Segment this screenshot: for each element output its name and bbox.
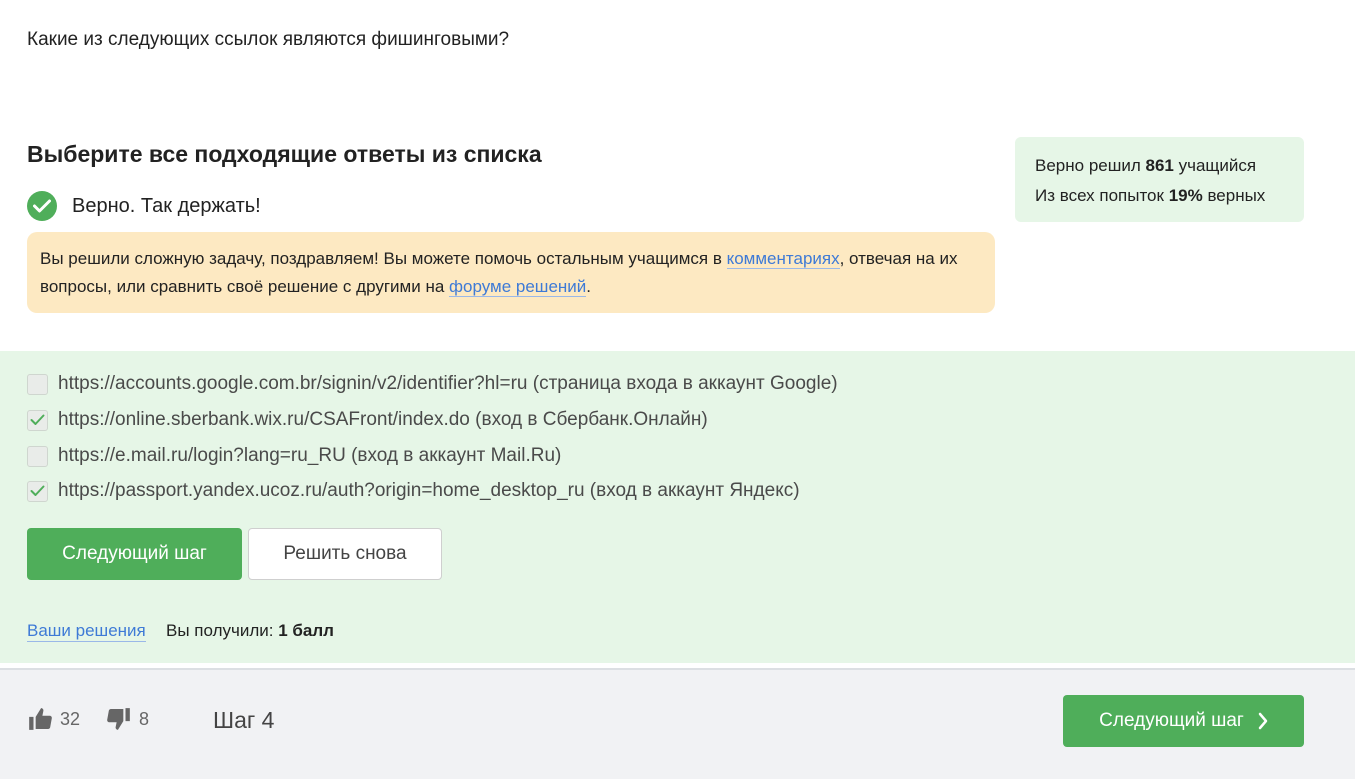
- step-footer: 32 8 Шаг 4 Следующий шаг: [0, 670, 1355, 779]
- checkbox-checked[interactable]: [27, 480, 48, 502]
- checkmark-icon: [30, 485, 45, 496]
- retry-button[interactable]: Решить снова: [248, 528, 442, 580]
- option-sberbank[interactable]: https://online.sberbank.wix.ru/CSAFront/…: [27, 409, 708, 431]
- comments-link[interactable]: комментариях: [726, 249, 840, 269]
- solutions-forum-link[interactable]: форуме решений: [449, 277, 587, 297]
- footer-next-label: Следующий шаг: [1099, 710, 1244, 731]
- option-label: https://passport.yandex.ucoz.ru/auth?ori…: [58, 480, 800, 501]
- checkbox-unchecked[interactable]: [27, 445, 48, 467]
- score-text: Вы получили: 1 балл: [166, 621, 334, 641]
- result-text: Верно. Так держать!: [72, 194, 261, 217]
- step-label: Шаг 4: [213, 707, 275, 733]
- stats-percent-line: Из всех попыток 19% верных: [1035, 181, 1284, 211]
- stats-solved-suffix: учащийся: [1173, 156, 1257, 175]
- stats-solved-prefix: Верно решил: [1035, 156, 1146, 175]
- checkbox-checked[interactable]: [27, 409, 48, 431]
- congrats-text-end: .: [586, 277, 592, 296]
- dislike-button[interactable]: 8: [106, 706, 149, 732]
- thumbs-down-icon: [107, 708, 130, 730]
- result-status: Верно. Так держать!: [27, 191, 261, 221]
- option-google[interactable]: https://accounts.google.com.br/signin/v2…: [27, 373, 838, 395]
- instruction-heading: Выберите все подходящие ответы из списка: [27, 141, 542, 167]
- dislike-count: 8: [139, 708, 150, 729]
- stats-solved-count: 861: [1145, 156, 1174, 175]
- score-prefix: Вы получили:: [166, 621, 279, 640]
- congrats-text: Вы решили сложную задачу, поздравляем! В…: [40, 249, 727, 268]
- checkbox-unchecked[interactable]: [27, 373, 48, 395]
- thumbs-up-icon: [29, 708, 52, 730]
- stats-percent-suffix: верных: [1202, 186, 1266, 205]
- your-solutions-link[interactable]: Ваши решения: [27, 621, 146, 642]
- success-check-icon: [27, 191, 57, 221]
- score-value: 1 балл: [278, 621, 334, 640]
- option-yandex[interactable]: https://passport.yandex.ucoz.ru/auth?ori…: [27, 480, 800, 502]
- option-label: https://accounts.google.com.br/signin/v2…: [58, 373, 838, 394]
- stats-percent-value: 19%: [1168, 186, 1203, 205]
- next-step-button[interactable]: Следующий шаг: [27, 528, 242, 580]
- option-mailru[interactable]: https://e.mail.ru/login?lang=ru_RU (вход…: [27, 445, 561, 467]
- option-label: https://e.mail.ru/login?lang=ru_RU (вход…: [58, 445, 562, 466]
- chevron-right-icon: [1258, 712, 1268, 730]
- checkmark-icon: [30, 414, 45, 425]
- congrats-banner: Вы решили сложную задачу, поздравляем! В…: [27, 232, 995, 313]
- like-button[interactable]: 32: [27, 706, 80, 732]
- footer-next-step-button[interactable]: Следующий шаг: [1063, 695, 1304, 747]
- like-count: 32: [60, 708, 81, 729]
- answers-section: https://accounts.google.com.br/signin/v2…: [0, 351, 1355, 663]
- stats-solved-line: Верно решил 861 учащийся: [1035, 151, 1284, 181]
- stats-percent-prefix: Из всех попыток: [1035, 186, 1169, 205]
- stats-panel: Верно решил 861 учащийся Из всех попыток…: [1015, 137, 1304, 222]
- option-label: https://online.sberbank.wix.ru/CSAFront/…: [58, 409, 708, 430]
- question-text: Какие из следующих ссылок являются фишин…: [27, 29, 510, 50]
